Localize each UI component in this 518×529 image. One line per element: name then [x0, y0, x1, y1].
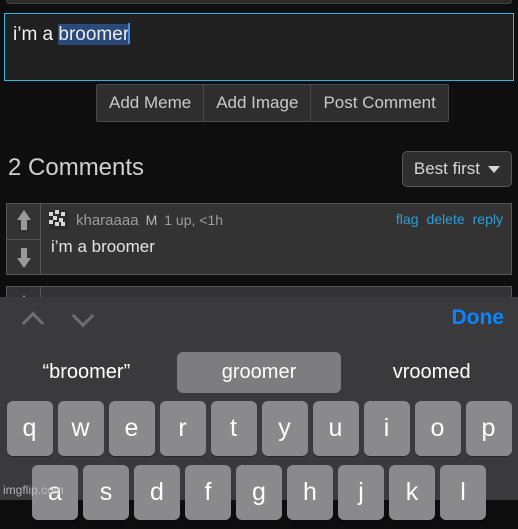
add-image-button[interactable]: Add Image	[204, 85, 312, 121]
downvote-button[interactable]	[7, 238, 40, 275]
key-l[interactable]: l	[440, 465, 486, 520]
sort-dropdown[interactable]: Best first	[401, 151, 512, 187]
arrow-down-icon	[16, 246, 31, 268]
comment-textarea-value: i’m a broomer	[13, 23, 131, 47]
comment-body: kharaaaa M 1 up, <1h flag delete reply i…	[41, 204, 511, 274]
vote-column	[7, 204, 41, 274]
comment-stats: 1 up, <1h	[164, 212, 224, 228]
comment-meta: kharaaaa M 1 up, <1h	[49, 210, 223, 230]
reply-link[interactable]: reply	[473, 211, 503, 227]
key-p[interactable]: p	[465, 401, 512, 456]
comment-text-selection: broomer	[58, 24, 130, 45]
delete-link[interactable]: delete	[426, 211, 464, 227]
comment-textarea[interactable]: i’m a broomer	[4, 13, 514, 81]
key-d[interactable]: d	[134, 465, 180, 520]
key-e[interactable]: e	[108, 401, 155, 456]
suggestion-selected[interactable]: groomer	[176, 352, 342, 393]
key-r[interactable]: r	[159, 401, 206, 456]
field-navigation	[22, 307, 94, 329]
key-i[interactable]: i	[363, 401, 410, 456]
flag-link[interactable]: flag	[396, 211, 419, 227]
add-meme-button[interactable]: Add Meme	[97, 85, 205, 121]
key-t[interactable]: t	[210, 401, 257, 456]
chevron-down-icon[interactable]	[72, 307, 94, 329]
key-h[interactable]: h	[287, 465, 333, 520]
keyboard-rows: qwertyuiop asdfghjkl	[0, 401, 518, 529]
key-w[interactable]: w	[57, 401, 104, 456]
comment-username[interactable]: kharaaaa	[76, 212, 139, 229]
upvote-button[interactable]	[7, 204, 40, 239]
comment-text-prefix: i’m a	[13, 24, 59, 45]
watermark: imgflip.com	[3, 483, 64, 497]
key-f[interactable]: f	[185, 465, 231, 520]
chevron-down-icon	[488, 165, 500, 173]
comment-actions: flag delete reply	[396, 211, 503, 227]
comments-header: 2 Comments Best first	[0, 148, 518, 196]
key-q[interactable]: q	[6, 401, 53, 456]
chevron-up-icon[interactable]	[22, 307, 44, 329]
keyboard-toolbar: Done	[0, 297, 518, 344]
comment-text: i’m a broomer	[51, 237, 155, 256]
toolbar-strip-partial	[6, 0, 512, 4]
composer-button-group: Add Meme Add Image Post Comment	[96, 84, 449, 122]
done-button[interactable]: Done	[452, 306, 505, 330]
moderator-badge: M	[145, 212, 158, 228]
key-s[interactable]: s	[83, 465, 129, 520]
suggestion-quoted[interactable]: “broomer”	[4, 352, 169, 393]
keyboard-row-home: asdfghjkl	[0, 465, 518, 520]
key-u[interactable]: u	[312, 401, 359, 456]
avatar	[49, 210, 69, 230]
key-g[interactable]: g	[236, 465, 282, 520]
key-o[interactable]: o	[414, 401, 461, 456]
sort-dropdown-label: Best first	[413, 159, 480, 178]
key-y[interactable]: y	[261, 401, 308, 456]
arrow-up-icon	[16, 210, 31, 232]
ios-keyboard: Done “broomer” groomer vroomed qwertyuio…	[0, 297, 518, 520]
comments-count-title: 2 Comments	[8, 154, 145, 181]
key-k[interactable]: k	[389, 465, 435, 520]
comment-row: kharaaaa M 1 up, <1h flag delete reply i…	[6, 203, 512, 275]
autocorrect-suggestion-bar: “broomer” groomer vroomed	[0, 344, 518, 401]
post-comment-button[interactable]: Post Comment	[311, 85, 448, 121]
key-j[interactable]: j	[338, 465, 384, 520]
suggestion-alternate[interactable]: vroomed	[349, 352, 514, 393]
keyboard-row-top: qwertyuiop	[0, 401, 518, 456]
text-caret	[128, 23, 131, 44]
